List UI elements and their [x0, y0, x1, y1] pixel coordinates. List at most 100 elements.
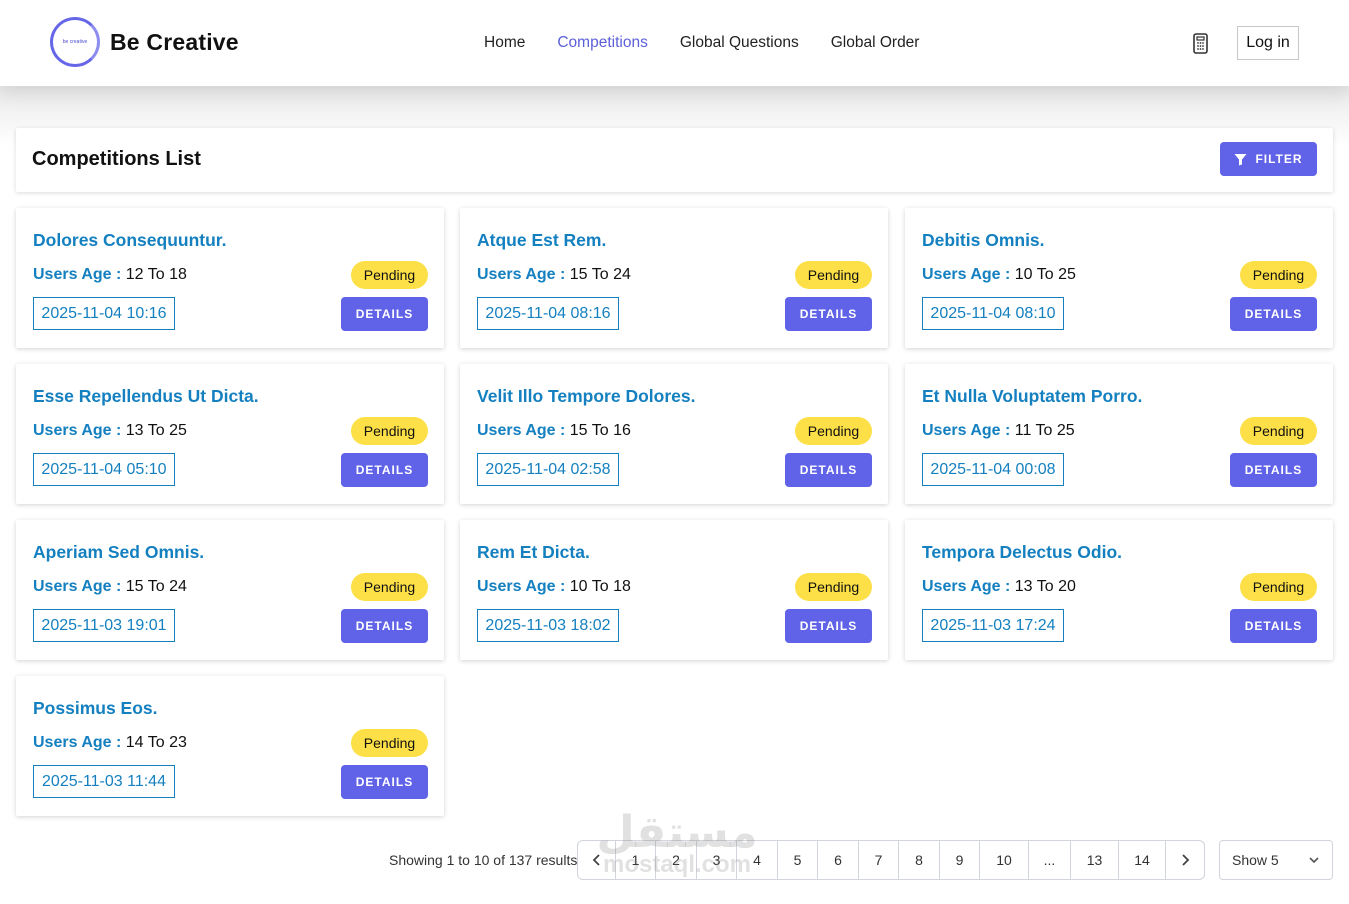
page-button[interactable]: 9 — [940, 841, 980, 879]
calculator-icon[interactable] — [1191, 33, 1211, 55]
users-age-label: Users Age : — [33, 422, 122, 439]
competition-title[interactable]: Aperiam Sed Omnis. — [33, 542, 204, 563]
competition-title[interactable]: Atque Est Rem. — [477, 230, 606, 251]
users-age-row: Users Age : 15 To 24 — [33, 578, 187, 596]
page-button[interactable]: 14 — [1119, 841, 1166, 879]
status-badge: Pending — [351, 729, 428, 757]
details-button[interactable]: DETAILS — [1230, 297, 1317, 331]
competition-date: 2025-11-04 08:16 — [477, 297, 619, 330]
status-badge: Pending — [795, 573, 872, 601]
users-age-value: 13 To 25 — [125, 422, 187, 439]
status-badge: Pending — [1240, 573, 1317, 601]
filter-button[interactable]: FILTER — [1220, 142, 1317, 176]
users-age-label: Users Age : — [922, 578, 1011, 595]
page-button[interactable]: 7 — [859, 841, 899, 879]
main-nav: Home Competitions Global Questions Globa… — [484, 34, 951, 52]
details-button[interactable]: DETAILS — [341, 453, 428, 487]
pagination: 1 2 3 4 5 6 7 8 9 10 ... 13 14 — [577, 840, 1205, 880]
competition-card: Et Nulla Voluptatem Porro. Users Age : 1… — [905, 364, 1333, 504]
status-badge: Pending — [1240, 261, 1317, 289]
status-badge: Pending — [351, 573, 428, 601]
page-button[interactable]: 4 — [737, 841, 778, 879]
brand-name: Be Creative — [110, 28, 239, 55]
details-button[interactable]: DETAILS — [341, 297, 428, 331]
competitions-list-header: Competitions List FILTER — [16, 128, 1333, 192]
page-button[interactable]: 6 — [818, 841, 859, 879]
page-button[interactable]: 2 — [656, 841, 697, 879]
users-age-row: Users Age : 10 To 25 — [922, 266, 1076, 284]
users-age-value: 13 To 20 — [1014, 578, 1076, 595]
page-button[interactable]: 1 — [616, 841, 656, 879]
per-page-value: Show 5 — [1232, 852, 1279, 868]
per-page-select[interactable]: Show 5 — [1219, 840, 1333, 880]
competition-title[interactable]: Debitis Omnis. — [922, 230, 1045, 251]
competition-date: 2025-11-04 05:10 — [33, 453, 175, 486]
nav-global-questions[interactable]: Global Questions — [680, 34, 799, 52]
competition-card: Aperiam Sed Omnis. Users Age : 15 To 24 … — [16, 520, 444, 660]
users-age-row: Users Age : 12 To 18 — [33, 266, 187, 284]
competition-title[interactable]: Dolores Consequuntur. — [33, 230, 226, 251]
funnel-icon — [1234, 153, 1247, 165]
login-button[interactable]: Log in — [1237, 26, 1299, 60]
competition-date: 2025-11-03 18:02 — [477, 609, 619, 642]
competition-title[interactable]: Et Nulla Voluptatem Porro. — [922, 386, 1142, 407]
nav-competitions[interactable]: Competitions — [557, 34, 647, 52]
users-age-label: Users Age : — [922, 266, 1011, 283]
competition-date: 2025-11-03 19:01 — [33, 609, 175, 642]
logo-text: be creative — [62, 39, 88, 45]
competition-title[interactable]: Tempora Delectus Odio. — [922, 542, 1122, 563]
users-age-value: 10 To 18 — [569, 578, 631, 595]
page-title: Competitions List — [32, 148, 201, 170]
competition-card: Rem Et Dicta. Users Age : 10 To 18 Pendi… — [460, 520, 888, 660]
users-age-row: Users Age : 11 To 25 — [922, 422, 1075, 440]
details-button[interactable]: DETAILS — [1230, 609, 1317, 643]
users-age-value: 15 To 16 — [569, 422, 631, 439]
users-age-value: 15 To 24 — [125, 578, 187, 595]
page-button[interactable]: 13 — [1071, 841, 1119, 879]
competition-title[interactable]: Possimus Eos. — [33, 698, 158, 719]
users-age-row: Users Age : 13 To 25 — [33, 422, 187, 440]
details-button[interactable]: DETAILS — [341, 609, 428, 643]
competition-date: 2025-11-04 00:08 — [922, 453, 1064, 486]
users-age-row: Users Age : 15 To 24 — [477, 266, 631, 284]
results-summary: Showing 1 to 10 of 137 results — [389, 852, 578, 868]
status-badge: Pending — [1240, 417, 1317, 445]
users-age-value: 14 To 23 — [125, 734, 187, 751]
next-page-button[interactable] — [1166, 841, 1204, 879]
users-age-label: Users Age : — [922, 422, 1011, 439]
competition-date: 2025-11-03 11:44 — [33, 765, 175, 798]
nav-home[interactable]: Home — [484, 34, 525, 52]
users-age-value: 15 To 24 — [569, 266, 631, 283]
users-age-row: Users Age : 14 To 23 — [33, 734, 187, 752]
users-age-row: Users Age : 13 To 20 — [922, 578, 1076, 596]
page-button[interactable]: 3 — [697, 841, 737, 879]
nav-global-order[interactable]: Global Order — [831, 34, 920, 52]
users-age-label: Users Age : — [33, 578, 122, 595]
competition-date: 2025-11-03 17:24 — [922, 609, 1064, 642]
page-button[interactable]: 10 — [980, 841, 1029, 879]
users-age-value: 10 To 25 — [1014, 266, 1076, 283]
users-age-value: 11 To 25 — [1014, 422, 1075, 439]
competition-card: Possimus Eos. Users Age : 14 To 23 Pendi… — [16, 676, 444, 816]
page-button[interactable]: 5 — [778, 841, 818, 879]
competition-date: 2025-11-04 08:10 — [922, 297, 1064, 330]
status-badge: Pending — [795, 417, 872, 445]
brand-logo-link[interactable]: be creative Be Creative — [50, 17, 239, 67]
competition-card: Esse Repellendus Ut Dicta. Users Age : 1… — [16, 364, 444, 504]
page-ellipsis: ... — [1029, 841, 1071, 879]
page-button[interactable]: 8 — [899, 841, 940, 879]
competition-date: 2025-11-04 02:58 — [477, 453, 619, 486]
details-button[interactable]: DETAILS — [341, 765, 428, 799]
users-age-row: Users Age : 15 To 16 — [477, 422, 631, 440]
details-button[interactable]: DETAILS — [1230, 453, 1317, 487]
filter-label: FILTER — [1255, 152, 1303, 166]
competition-title[interactable]: Rem Et Dicta. — [477, 542, 590, 563]
details-button[interactable]: DETAILS — [785, 297, 872, 331]
details-button[interactable]: DETAILS — [785, 453, 872, 487]
competition-card: Debitis Omnis. Users Age : 10 To 25 Pend… — [905, 208, 1333, 348]
competition-title[interactable]: Esse Repellendus Ut Dicta. — [33, 386, 259, 407]
prev-page-button[interactable] — [578, 841, 616, 879]
competition-title[interactable]: Velit Illo Tempore Dolores. — [477, 386, 695, 407]
status-badge: Pending — [351, 417, 428, 445]
details-button[interactable]: DETAILS — [785, 609, 872, 643]
